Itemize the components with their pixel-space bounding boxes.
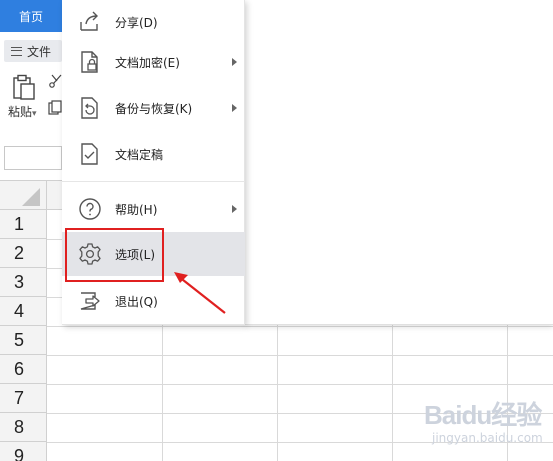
menu-item-help[interactable]: 帮助(H) xyxy=(62,187,245,231)
row-header[interactable]: 5 xyxy=(0,326,47,355)
menu-item-document-finalize[interactable]: 文档定稿 xyxy=(62,132,245,176)
menu-item-share[interactable]: 分享(D) xyxy=(62,0,245,44)
backup-restore-icon xyxy=(81,97,98,119)
highlight-box-annotation xyxy=(65,228,164,282)
row-header[interactable]: 2 xyxy=(0,239,47,268)
menu-separator xyxy=(62,181,245,182)
select-all-corner[interactable] xyxy=(0,181,47,210)
watermark-logo-text: Baidu经验 xyxy=(424,400,542,430)
paste-dropdown-icon[interactable]: ▾ xyxy=(32,109,37,119)
submenu-arrow-icon xyxy=(232,205,237,213)
paste-icon[interactable] xyxy=(12,74,36,100)
menu-item-label: 文档定稿 xyxy=(115,147,164,162)
row-divider xyxy=(47,355,553,356)
watermark-url: jingyan.baidu.com xyxy=(432,431,543,445)
row-header[interactable]: 7 xyxy=(0,384,47,413)
menu-item-document-encrypt[interactable]: 文档加密(E) xyxy=(62,40,245,84)
baidu-watermark: Baidu经验 jingyan.baidu.com xyxy=(424,395,548,455)
menu-item-backup-restore[interactable]: 备份与恢复(K) xyxy=(62,86,245,130)
row-header[interactable]: 8 xyxy=(0,413,47,442)
help-icon xyxy=(79,198,101,220)
row-header[interactable]: 3 xyxy=(0,268,47,297)
menu-item-label: 帮助(H) xyxy=(115,202,158,217)
tab-home[interactable]: 首页 xyxy=(0,0,62,32)
menu-item-label: 退出(Q) xyxy=(115,294,158,309)
document-lock-icon xyxy=(81,51,98,73)
submenu-arrow-icon xyxy=(232,58,237,66)
menu-item-label: 分享(D) xyxy=(115,15,158,30)
row-header[interactable]: 6 xyxy=(0,355,47,384)
row-divider xyxy=(47,326,553,327)
submenu-arrow-icon xyxy=(232,104,237,112)
file-menu-button[interactable]: 文件 xyxy=(4,40,62,62)
row-header[interactable]: 4 xyxy=(0,297,47,326)
copy-icon[interactable] xyxy=(48,100,62,116)
paste-label: 粘贴 xyxy=(8,105,33,119)
select-all-triangle-icon xyxy=(22,188,40,206)
hamburger-icon xyxy=(11,46,22,56)
row-header[interactable]: 9 xyxy=(0,442,47,461)
menu-item-label: 备份与恢复(K) xyxy=(115,101,193,116)
row-divider xyxy=(47,384,553,385)
spreadsheet-window: 首页 文件 粘贴▾ 1 2 3 4 5 6 7 8 9 分享(D) 文档加密(E… xyxy=(0,0,553,461)
row-header[interactable]: 1 xyxy=(0,210,47,239)
file-menu-label: 文件 xyxy=(27,44,52,59)
file-menu-content-panel xyxy=(245,0,553,325)
paste-button[interactable]: 粘贴▾ xyxy=(8,103,37,120)
exit-icon xyxy=(80,292,100,310)
menu-item-label: 文档加密(E) xyxy=(115,55,180,70)
red-arrow-annotation xyxy=(174,272,226,314)
name-box[interactable] xyxy=(4,146,62,170)
cut-icon[interactable] xyxy=(48,74,62,88)
share-icon xyxy=(80,11,98,31)
document-finalize-icon xyxy=(81,143,98,165)
